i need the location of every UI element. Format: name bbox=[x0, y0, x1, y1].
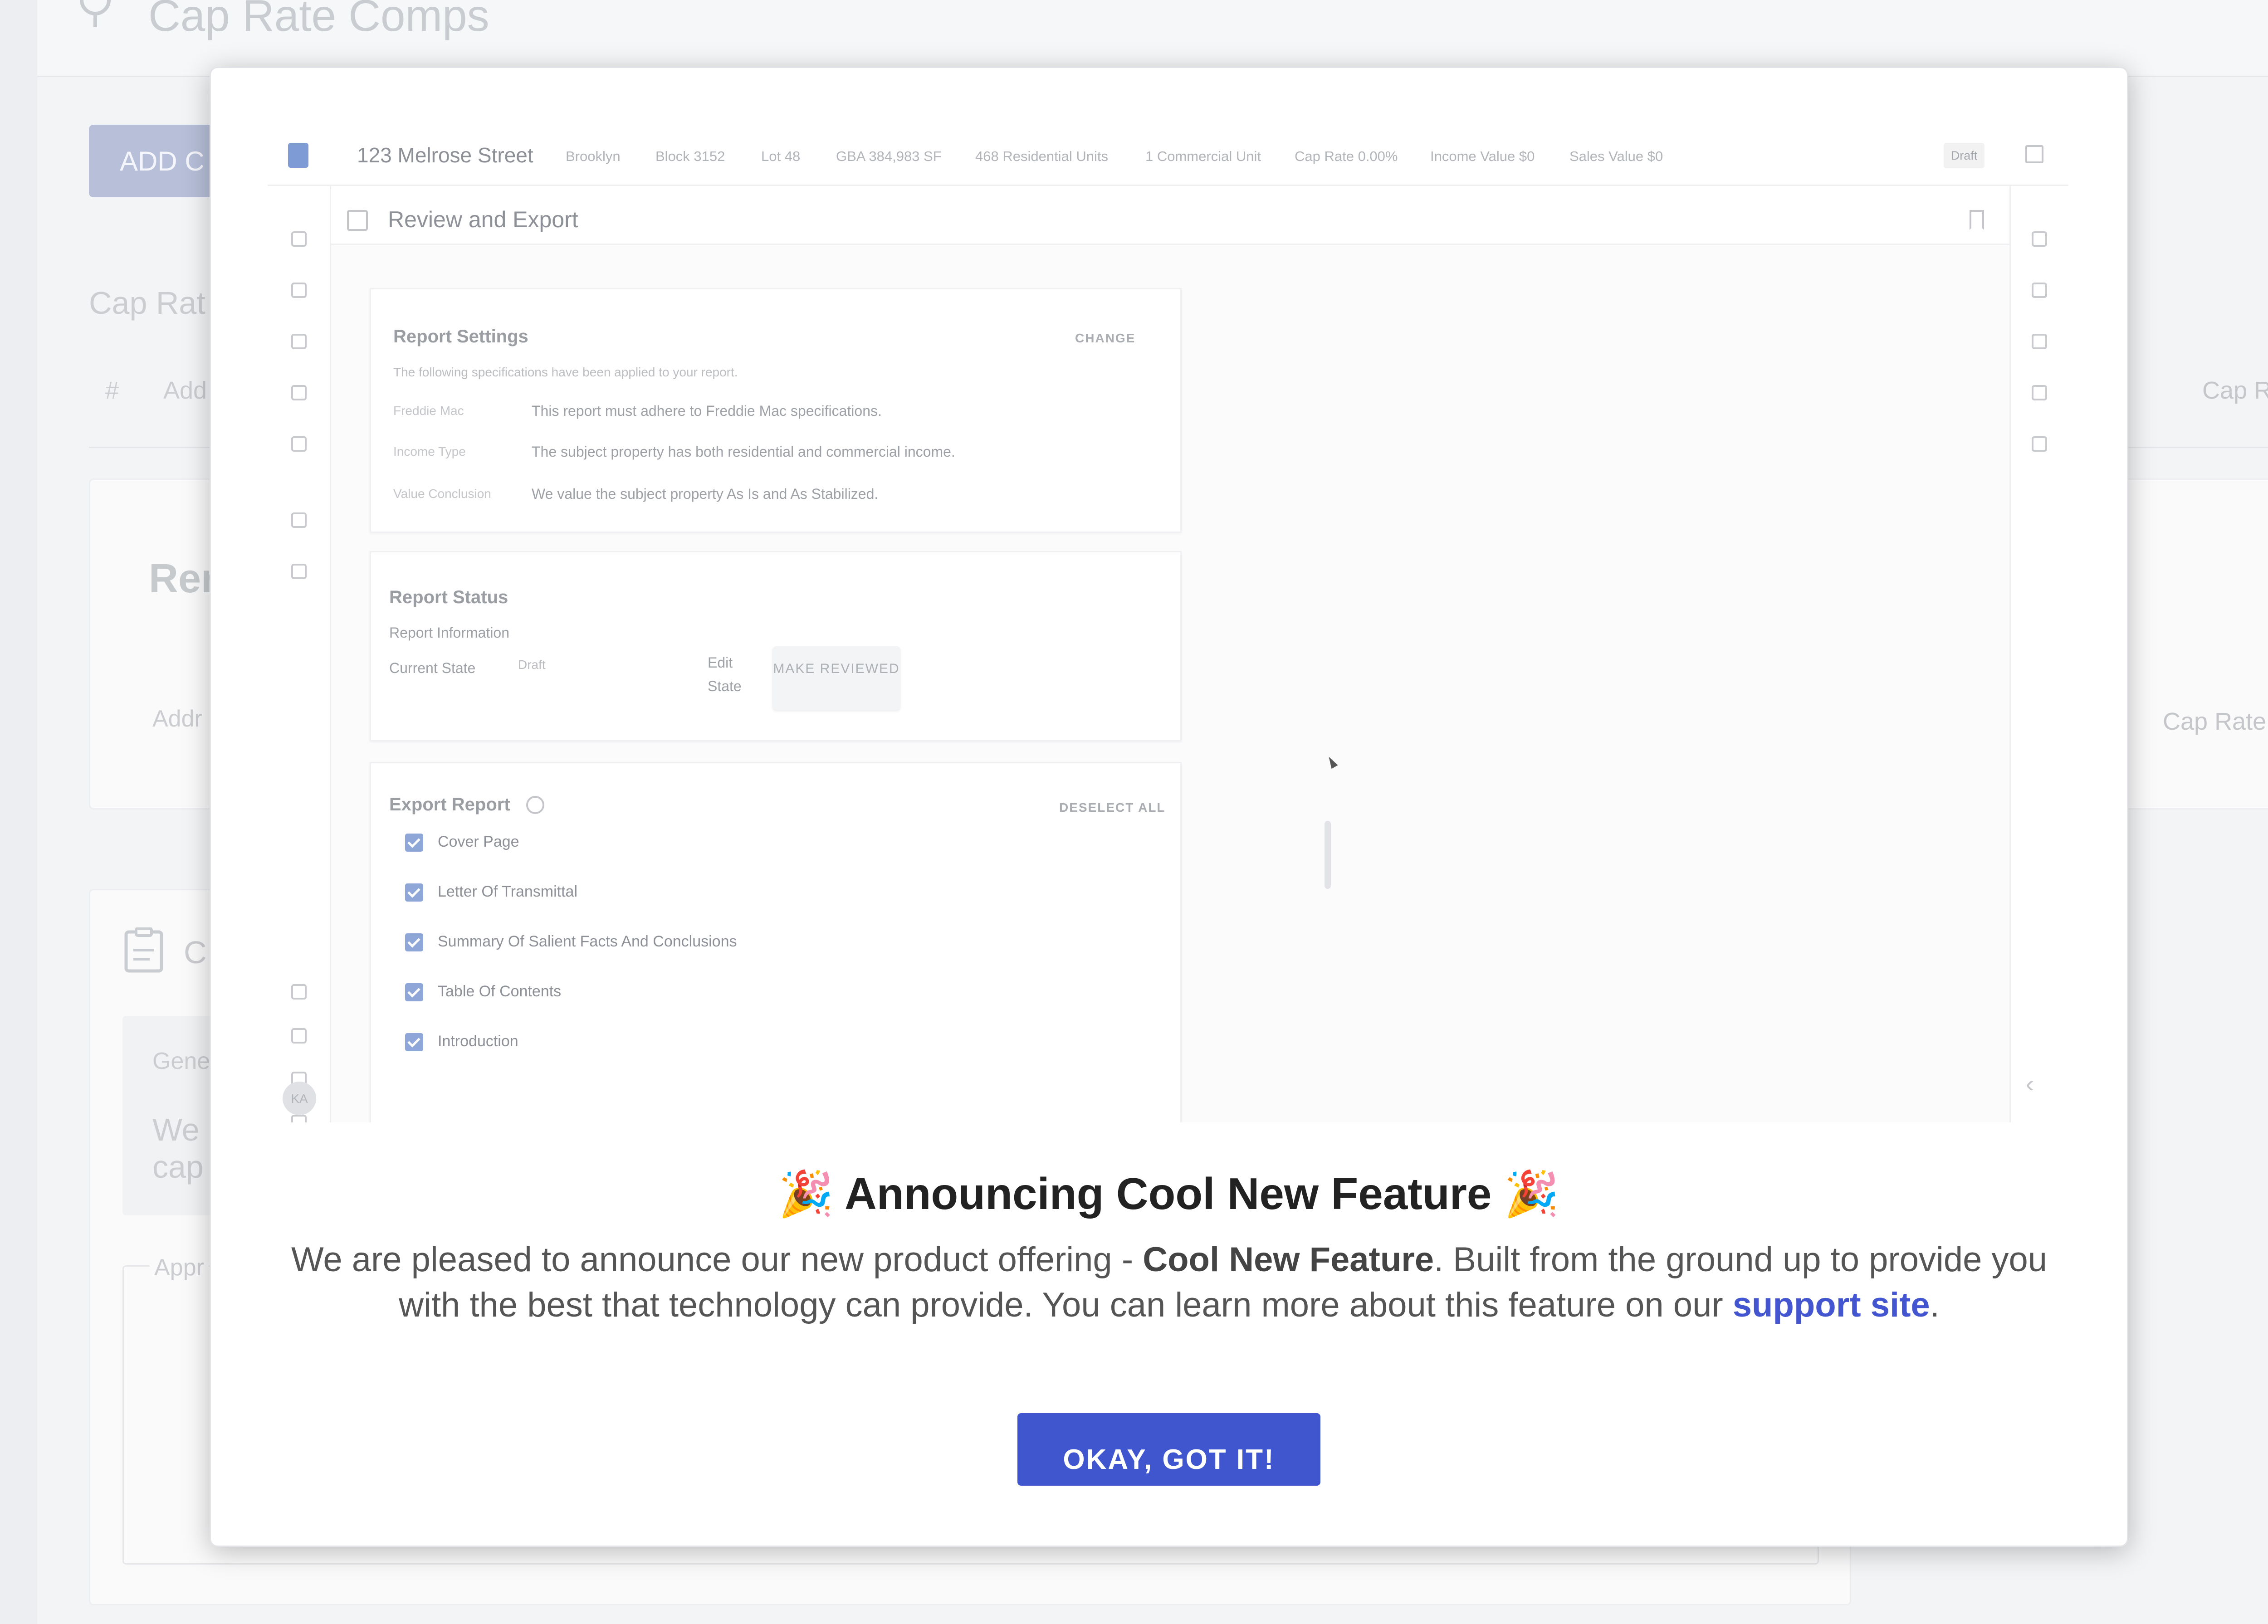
photo-icon bbox=[2032, 334, 2047, 349]
screenshot-left-nav bbox=[268, 186, 331, 1122]
general-label: Gene bbox=[152, 1048, 210, 1074]
setting-label: Freddie Mac bbox=[393, 404, 464, 418]
checkbox[interactable] bbox=[405, 933, 423, 951]
edit-state-label: Edit State bbox=[708, 654, 742, 694]
setting-value: We value the subject property As Is and … bbox=[532, 486, 879, 502]
section-title: Cap Rat bbox=[89, 285, 205, 321]
scale-icon bbox=[291, 385, 307, 400]
checkbox[interactable] bbox=[405, 883, 423, 902]
background-left-strip bbox=[0, 0, 37, 1624]
current-state-label: Current State bbox=[389, 660, 476, 676]
external-link-icon bbox=[2025, 145, 2043, 163]
party-icon: 🎉 bbox=[1504, 1169, 1559, 1219]
general-text: We cap bbox=[152, 1112, 204, 1185]
page-heading: Review and Export bbox=[388, 207, 578, 232]
card-cap-rate-header: Cap Rate bbox=[2163, 708, 2267, 735]
screenshot-right-nav bbox=[2009, 186, 2068, 1122]
table-header-address: Add bbox=[163, 377, 207, 404]
setting-value: This report must adhere to Freddie Mac s… bbox=[532, 403, 882, 419]
card-address-header: Addr bbox=[152, 706, 202, 732]
meta-borough: Brooklyn bbox=[566, 148, 621, 164]
meta-gba: GBA 384,983 SF bbox=[836, 148, 942, 164]
note-icon bbox=[2032, 436, 2047, 452]
report-settings-subtitle: The following specifications have been a… bbox=[393, 365, 738, 379]
trophy-icon bbox=[291, 436, 307, 452]
bookmark-icon bbox=[1970, 210, 1984, 230]
announcement-title-text: Announcing Cool New Feature bbox=[844, 1169, 1492, 1219]
export-item-label: Letter Of Transmittal bbox=[438, 883, 577, 900]
feature-name: Cool New Feature bbox=[1143, 1240, 1434, 1279]
change-button[interactable]: CHANGE bbox=[1075, 331, 1135, 346]
report-settings-title: Report Settings bbox=[393, 327, 528, 346]
setting-label: Income Type bbox=[393, 444, 466, 458]
image-icon bbox=[291, 1115, 307, 1122]
document-icon bbox=[291, 231, 307, 247]
meta-cap-rate: Cap Rate 0.00% bbox=[1295, 148, 1398, 164]
deselect-all-button[interactable]: DESELECT ALL bbox=[1059, 800, 1166, 815]
export-report-title: Export Report bbox=[389, 795, 510, 814]
status-badge: Draft bbox=[1944, 143, 1984, 168]
bookmark-icon bbox=[2032, 385, 2047, 400]
current-state-value: Draft bbox=[518, 658, 546, 672]
app-logo bbox=[288, 143, 308, 168]
help-icon bbox=[291, 1028, 307, 1044]
appraiser-label: Appr bbox=[150, 1254, 209, 1281]
support-site-link[interactable]: support site bbox=[1733, 1286, 1930, 1324]
scrollbar[interactable] bbox=[1325, 821, 1331, 889]
announcement-description: We are pleased to announce our new produ… bbox=[291, 1240, 2048, 1324]
map-pin-icon bbox=[2032, 231, 2047, 247]
page-title: Cap Rate Comps bbox=[148, 0, 489, 40]
make-reviewed-button[interactable]: MAKE REVIEWED bbox=[772, 646, 900, 710]
meta-residential: 468 Residential Units bbox=[975, 148, 1108, 164]
table-header-cap-rate: Cap Rate bbox=[2202, 377, 2268, 404]
checkbox[interactable] bbox=[405, 834, 423, 852]
export-icon bbox=[291, 564, 307, 579]
screenshot-subheader bbox=[331, 186, 2009, 245]
table-header-number: # bbox=[105, 377, 119, 404]
feature-screenshot: 123 Melrose Street Brooklyn Block 3152 L… bbox=[268, 125, 2068, 1122]
meta-block: Block 3152 bbox=[655, 148, 725, 164]
meta-lot: Lot 48 bbox=[761, 148, 801, 164]
export-item-label: Cover Page bbox=[438, 833, 519, 850]
export-item-label: Table Of Contents bbox=[438, 983, 562, 1000]
report-status-title: Report Status bbox=[389, 587, 508, 607]
okay-got-it-button[interactable]: OKAY, GOT IT! bbox=[1017, 1413, 1320, 1486]
export-item-label: Summary Of Salient Facts And Conclusions bbox=[438, 933, 737, 950]
checkbox[interactable] bbox=[405, 1033, 423, 1051]
setting-label: Value Conclusion bbox=[393, 487, 491, 501]
checkbox[interactable] bbox=[405, 983, 423, 1001]
party-icon: 🎉 bbox=[778, 1169, 834, 1219]
cursor-icon bbox=[1325, 755, 1338, 769]
add-comp-button[interactable]: ADD C bbox=[89, 125, 225, 197]
meta-sales-value: Sales Value $0 bbox=[1569, 148, 1663, 164]
setting-value: The subject property has both residentia… bbox=[532, 444, 955, 460]
home-icon bbox=[291, 283, 307, 298]
announcement-title: 🎉 Announcing Cool New Feature 🎉 bbox=[210, 1168, 2128, 1220]
export-page-icon bbox=[347, 210, 368, 231]
document-icon bbox=[124, 927, 163, 973]
property-name: 123 Melrose Street bbox=[357, 143, 533, 167]
meta-commercial: 1 Commercial Unit bbox=[1145, 148, 1261, 164]
building-icon bbox=[2032, 283, 2047, 298]
avatar: KA bbox=[283, 1082, 316, 1115]
section2-title: C bbox=[184, 935, 207, 970]
info-icon bbox=[526, 796, 544, 814]
dollar-icon bbox=[291, 334, 307, 349]
report-icon bbox=[291, 512, 307, 528]
sparkle-icon bbox=[291, 984, 307, 1000]
meta-income-value: Income Value $0 bbox=[1430, 148, 1535, 164]
report-information-label: Report Information bbox=[389, 624, 510, 641]
trophy-icon bbox=[80, 0, 111, 27]
export-item-label: Introduction bbox=[438, 1033, 518, 1050]
